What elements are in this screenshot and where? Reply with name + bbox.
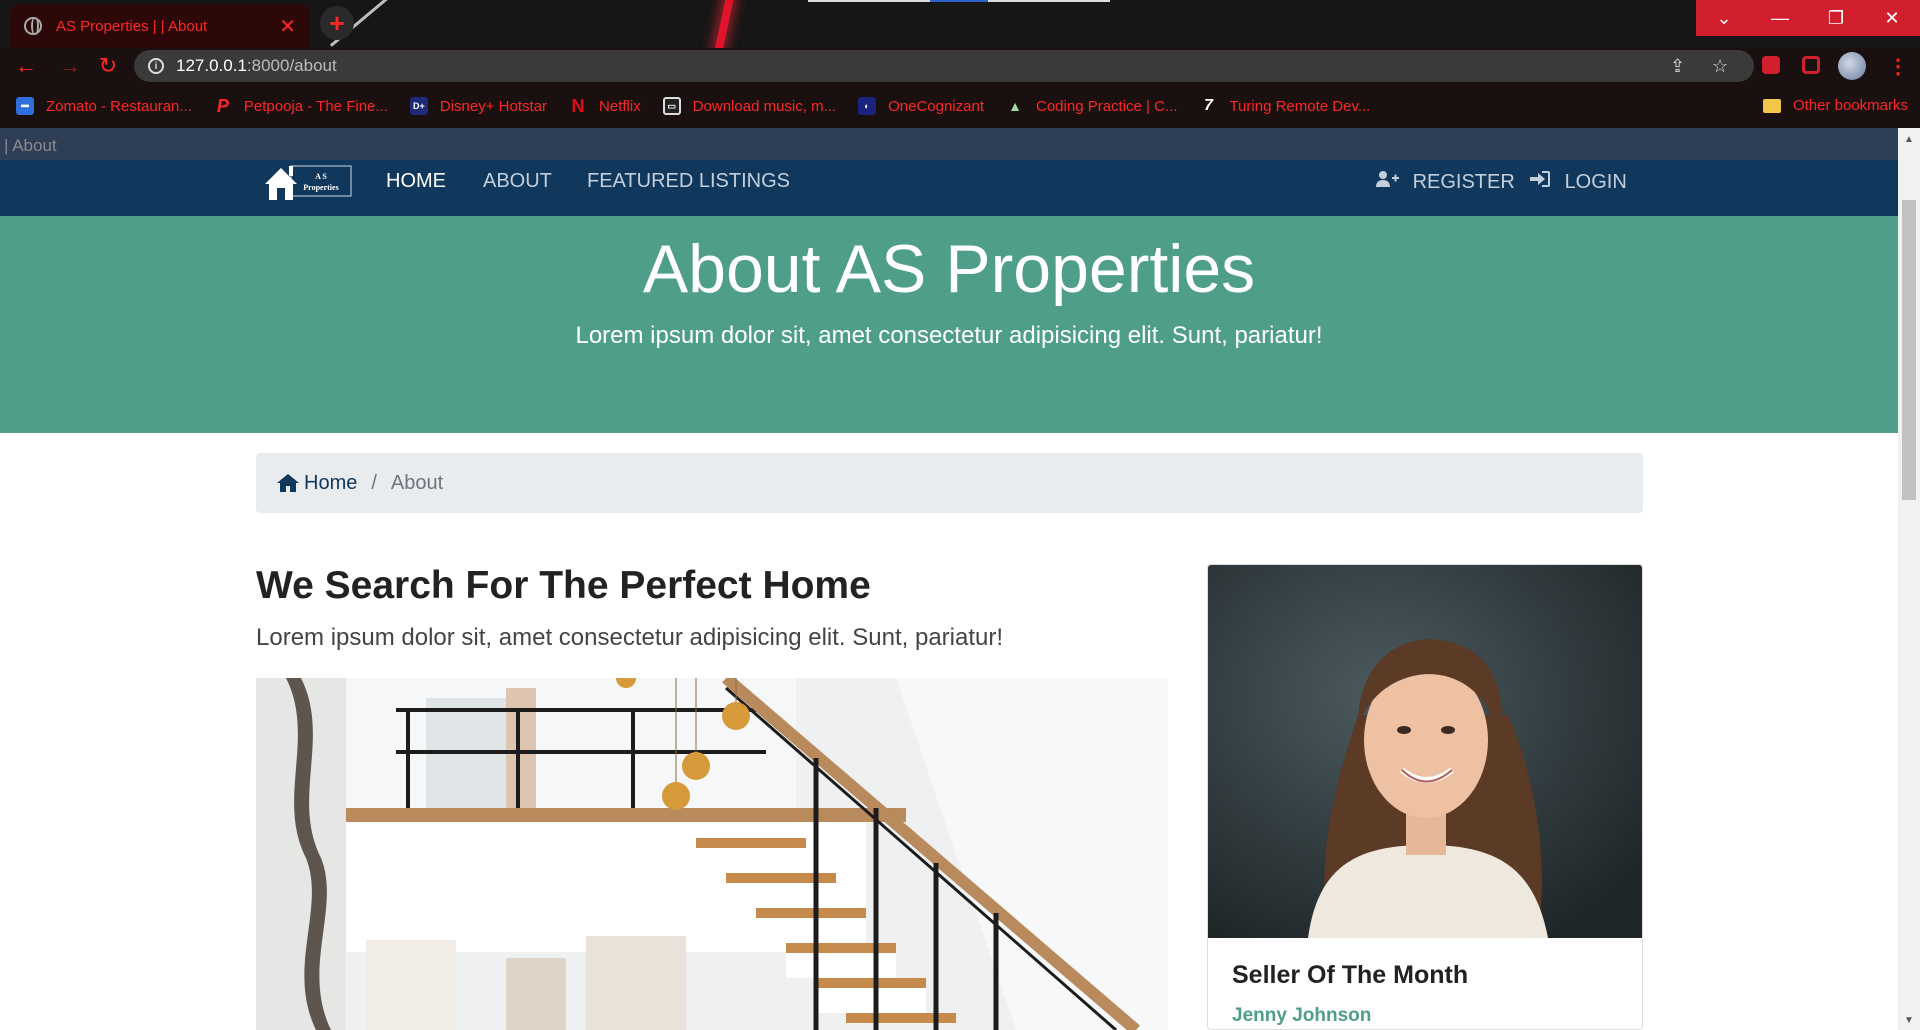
user-plus-icon [1375,171,1405,193]
coding-icon: ▲ [1008,98,1022,114]
url-text: 127.0.0.1:8000/about [176,56,337,76]
page-title: About AS Properties [642,231,1256,307]
scroll-down-icon[interactable]: ▼ [1904,1015,1914,1026]
site-logo[interactable]: A S Properties [263,160,355,202]
scrollbar-thumb[interactable] [1902,200,1916,500]
address-bar[interactable]: i 127.0.0.1:8000/about ⇪ ☆ [134,50,1754,82]
logo-text-line1: A S [315,172,327,181]
nav-featured-listings[interactable]: FEATURED LISTINGS [587,170,790,193]
showcase-banner: About AS Properties Lorem ipsum dolor si… [0,216,1898,433]
extension-icon[interactable] [1802,56,1820,74]
seller-card-title: Seller Of The Month [1232,961,1469,989]
page-viewport: | About A S Properties HOME ABOUT FEATUR… [0,128,1898,1030]
bookmark-label: Disney+ Hotstar [439,97,548,115]
bookmark-item[interactable]: 7 Turing Remote Dev... [1199,97,1370,115]
minimize-button[interactable]: — [1752,0,1808,36]
breadcrumb-home[interactable]: Home [276,472,357,495]
bookmark-label: Zomato - Restauran... [46,97,192,115]
browser-toolbar: ← → ↻ i 127.0.0.1:8000/about ⇪ ☆ ⋮ [0,48,1920,84]
stairs-image [256,678,1168,1030]
back-arrow-icon[interactable]: ← [12,52,40,80]
music-icon: ▭ [662,97,681,115]
url-path: :8000/about [246,56,337,75]
bookmark-label: Download music, m... [692,97,837,115]
main-navbar: A S Properties HOME ABOUT FEATURED LISTI… [0,160,1898,216]
zomato-icon: ━ [16,97,34,115]
house-logo-icon: A S Properties [265,165,352,200]
about-heading: We Search For The Perfect Home [256,564,871,607]
restore-button[interactable]: ❐ [1808,0,1864,36]
bookmark-item[interactable]: ━ Zomato - Restauran... [16,97,192,115]
tab-close-button[interactable]: ✕ [279,14,296,39]
turing-icon: 7 [1204,97,1213,114]
breadcrumb-separator: / [371,471,377,494]
bookmark-star-icon[interactable]: ☆ [1712,56,1728,77]
home-icon [277,474,299,492]
nav-register[interactable]: REGISTER [1375,170,1515,194]
breadcrumb: Home / About [256,453,1643,513]
bookmark-label: Turing Remote Dev... [1229,97,1371,115]
site-info-icon[interactable]: i [148,58,164,74]
petpooja-icon: P [216,95,229,116]
bookmark-item[interactable]: ▲ Coding Practice | C... [1006,97,1177,115]
top-strip: | About [0,128,1898,160]
tab-title: AS Properties | | About [56,17,208,35]
browser-tab[interactable]: AS Properties | | About ✕ [10,4,310,48]
sign-in-icon [1529,171,1557,193]
nav-home[interactable]: HOME [386,170,446,193]
cognizant-icon: ◐ [858,97,877,115]
bookmark-item[interactable]: ▭ Download music, m... [662,97,837,115]
nav-login[interactable]: LOGIN [1529,170,1627,194]
extension-icon[interactable] [1762,56,1780,74]
tab-search-button[interactable]: ⌄ [1696,0,1752,36]
forward-arrow-icon[interactable]: → [56,52,84,80]
other-bookmarks[interactable]: Other bookmarks [1762,97,1908,114]
hotstar-icon: D+ [409,97,428,115]
netflix-icon: N [571,95,585,116]
nav-about[interactable]: ABOUT [483,170,552,193]
share-icon[interactable]: ⇪ [1670,56,1685,77]
bookmark-item[interactable]: N Netflix [569,95,641,116]
seller-name: Jenny Johnson [1232,1005,1372,1026]
folder-icon [1762,98,1781,113]
browser-menu-icon[interactable]: ⋮ [1888,54,1908,79]
logo-text-line2: Properties [303,183,338,192]
bookmarks-bar: ━ Zomato - Restauran... P Petpooja - The… [0,84,1920,128]
browser-titlebar: AS Properties | | About ✕ + ⌄ — ❐ ✕ [0,0,1920,48]
page-scrollbar[interactable]: ▲ ▼ [1898,128,1920,1030]
bookmark-item[interactable]: ◐ OneCognizant [858,97,984,115]
about-lead: Lorem ipsum dolor sit, amet consectetur … [256,624,1004,651]
url-host: 127.0.0.1 [176,56,247,75]
new-tab-button[interactable]: + [320,6,354,40]
bookmark-item[interactable]: D+ Disney+ Hotstar [409,97,548,115]
reload-icon[interactable]: ↻ [94,52,122,80]
seller-photo [1208,565,1642,938]
bookmark-label: OneCognizant [888,97,984,115]
profile-avatar[interactable] [1838,52,1866,80]
bookmark-label: Petpooja - The Fine... [243,97,388,115]
breadcrumb-current: About [390,471,444,494]
close-window-button[interactable]: ✕ [1864,0,1920,36]
other-bookmarks-label: Other bookmarks [1792,97,1908,114]
bookmark-label: Coding Practice | C... [1036,97,1178,115]
scroll-up-icon[interactable]: ▲ [1904,134,1914,145]
globe-icon [24,17,42,35]
register-label: REGISTER [1412,171,1515,193]
showcase-lead: Lorem ipsum dolor sit, amet consectetur … [575,322,1323,349]
wallpaper-decoration [712,0,736,48]
login-label: LOGIN [1564,171,1627,193]
wallpaper-decoration [930,0,988,2]
bookmark-label: Netflix [599,97,641,115]
bookmark-item[interactable]: P Petpooja - The Fine... [214,95,388,116]
seller-card[interactable]: Seller Of The Month Jenny Johnson [1207,564,1643,1030]
breadcrumb-home-label: Home [304,471,358,494]
